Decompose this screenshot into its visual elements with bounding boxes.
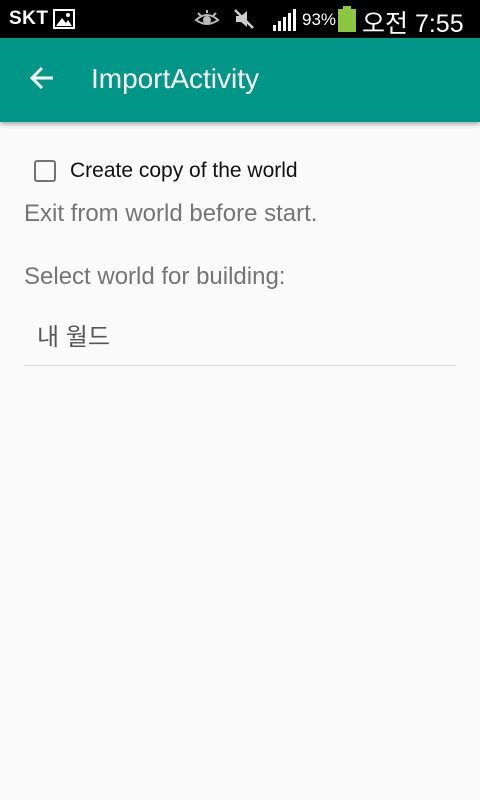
back-button[interactable]	[22, 60, 62, 100]
arrow-left-icon	[29, 66, 55, 95]
page-title: ImportActivity	[91, 63, 260, 94]
status-bar: SKT 93% 오전 7:55	[0, 0, 480, 38]
mute-icon	[232, 7, 256, 31]
copy-world-checkbox[interactable]: Create copy of the world	[34, 156, 298, 186]
world-select-value: 내 월드	[37, 324, 110, 351]
world-select[interactable]: 내 월드	[24, 308, 456, 366]
battery-percent: 93%	[302, 10, 337, 29]
status-clock: 오전 7:55	[362, 10, 464, 38]
eye-icon	[194, 9, 220, 29]
exit-world-hint: Exit from world before start.	[24, 200, 318, 227]
carrier-name: SKT	[9, 8, 49, 29]
select-world-label: Select world for building:	[24, 263, 286, 290]
checkbox-icon[interactable]	[34, 160, 56, 182]
gallery-icon	[53, 9, 75, 29]
copy-world-label[interactable]: Create copy of the world	[70, 159, 298, 183]
app-bar: ImportActivity	[0, 38, 480, 122]
signal-icon	[272, 9, 298, 31]
battery-icon	[338, 6, 356, 32]
